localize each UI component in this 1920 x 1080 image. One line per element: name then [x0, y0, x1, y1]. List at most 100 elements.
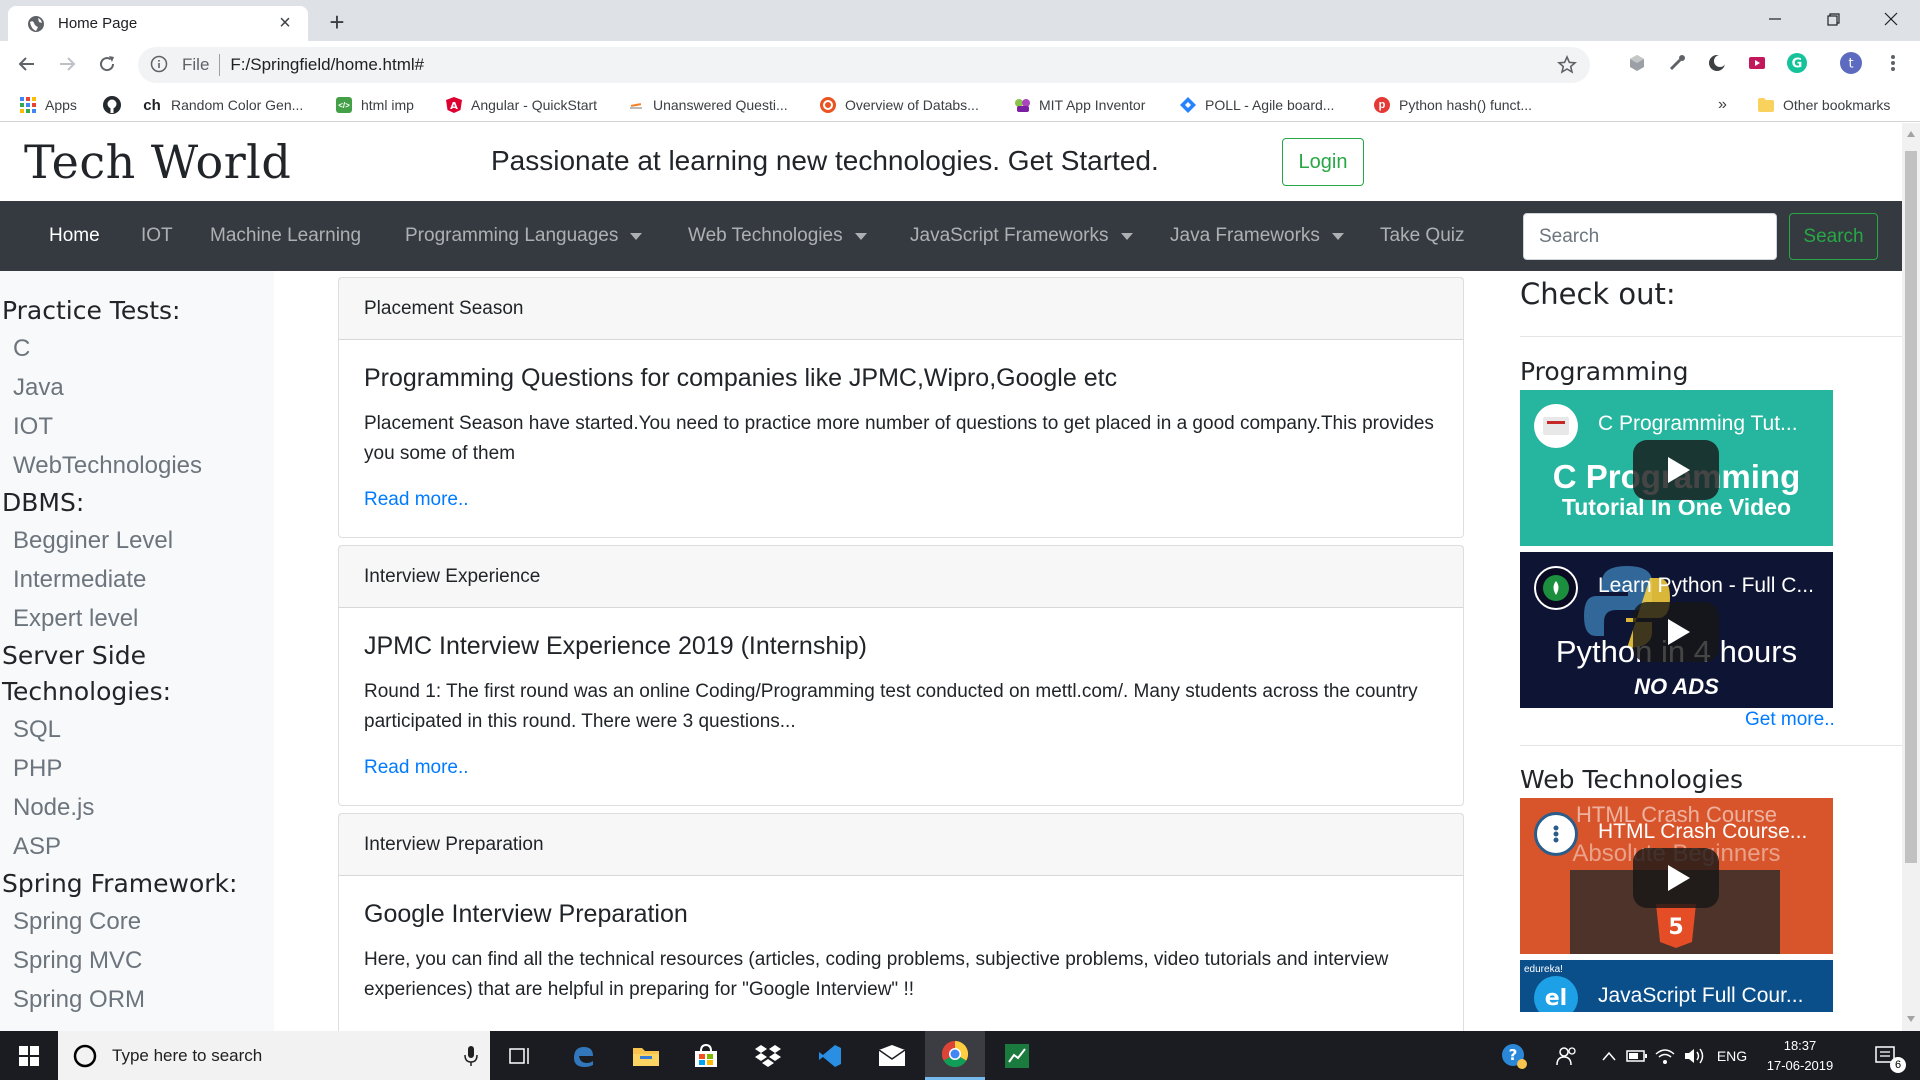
card-title: Google Interview Preparation — [364, 900, 688, 928]
nav-java-frameworks[interactable]: Java Frameworks — [1170, 201, 1344, 271]
sidebar-link-beginner[interactable]: Begginer Level — [0, 521, 274, 560]
bookmark-unanswered[interactable]: Unanswered Questi... — [628, 94, 788, 116]
sidebar-link-spring-orm[interactable]: Spring ORM — [0, 980, 274, 1019]
vscode-icon[interactable] — [800, 1031, 860, 1080]
minimize-icon[interactable] — [1746, 0, 1804, 38]
grammarly-icon[interactable]: G — [1784, 50, 1810, 76]
close-tab-icon[interactable]: × — [274, 12, 296, 35]
forward-arrow-icon[interactable] — [52, 49, 82, 79]
read-more-link[interactable]: Read more.. — [364, 757, 1438, 779]
search-input[interactable] — [1523, 213, 1777, 260]
dark-mode-icon[interactable] — [1704, 50, 1730, 76]
chart-app-icon[interactable] — [987, 1031, 1047, 1080]
profile-avatar-icon[interactable]: t — [1838, 50, 1864, 76]
bookmark-angular[interactable]: A Angular - QuickStart — [446, 94, 597, 116]
dropbox-icon[interactable] — [738, 1031, 798, 1080]
caret-down-icon — [1120, 232, 1133, 240]
microsoft-store-icon[interactable] — [676, 1031, 736, 1080]
system-clock[interactable]: 18:37 17-06-2019 — [1760, 1036, 1840, 1076]
bookmark-html-imp[interactable]: </> html imp — [336, 94, 414, 116]
read-more-link[interactable]: Read more.. — [364, 489, 1438, 511]
browser-tab[interactable]: Home Page × — [8, 6, 308, 41]
play-icon[interactable] — [1633, 602, 1719, 662]
volume-icon[interactable] — [1680, 1031, 1708, 1080]
sidebar-link-c[interactable]: C — [0, 329, 274, 368]
file-explorer-icon[interactable] — [616, 1031, 676, 1080]
video-thumbnail-html[interactable]: HTML Crash Course Absolute Beginners HTM… — [1520, 798, 1833, 954]
edge-browser-icon[interactable] — [553, 1031, 613, 1080]
video-thumbnail-python[interactable]: Learn Python - Full C... Python in 4 hou… — [1520, 552, 1833, 708]
scroll-down-icon[interactable] — [1907, 1016, 1915, 1022]
nav-programming-languages[interactable]: Programming Languages — [405, 201, 643, 271]
info-icon[interactable] — [150, 55, 170, 75]
eyedropper-icon[interactable] — [1664, 50, 1690, 76]
nav-home[interactable]: Home — [49, 201, 100, 271]
nav-javascript-frameworks[interactable]: JavaScript Frameworks — [910, 201, 1133, 271]
extension-cube-icon[interactable] — [1624, 50, 1650, 76]
play-icon[interactable] — [1633, 848, 1719, 908]
sidebar-link-expert[interactable]: Expert level — [0, 599, 274, 638]
sidebar-link-sql[interactable]: SQL — [0, 710, 274, 749]
brand-logo-text[interactable]: Tech World — [24, 135, 291, 189]
sidebar-link-spring-mvc[interactable]: Spring MVC — [0, 941, 274, 980]
video-thumbnail-c-programming[interactable]: C Programming Tut... C Programming Tutor… — [1520, 390, 1833, 546]
page-scrollbar[interactable] — [1902, 123, 1920, 1031]
nav-iot[interactable]: IOT — [141, 201, 173, 271]
address-bar[interactable]: File F:/Springfield/home.html# — [138, 47, 1590, 83]
thumbnail-caption: NO ADS — [1634, 674, 1719, 699]
sidebar-link-php[interactable]: PHP — [0, 749, 274, 788]
sidebar-link-spring-core[interactable]: Spring Core — [0, 902, 274, 941]
scroll-up-icon[interactable] — [1907, 131, 1915, 137]
language-indicator[interactable]: ENG — [1712, 1031, 1752, 1080]
other-bookmarks[interactable]: Other bookmarks — [1758, 94, 1890, 116]
search-button[interactable]: Search — [1789, 213, 1878, 260]
nav-take-quiz[interactable]: Take Quiz — [1380, 201, 1464, 271]
nav-machine-learning[interactable]: Machine Learning — [210, 201, 361, 271]
taskbar-search-box[interactable]: Type here to search — [58, 1031, 490, 1080]
people-icon[interactable] — [1550, 1031, 1584, 1080]
reload-icon[interactable] — [92, 49, 122, 79]
play-icon[interactable] — [1633, 440, 1719, 500]
bookmark-apps[interactable]: Apps — [20, 94, 77, 116]
new-tab-icon[interactable]: + — [322, 8, 352, 38]
chrome-taskbar-icon[interactable] — [925, 1031, 985, 1080]
bookmark-star-icon[interactable] — [1552, 50, 1582, 80]
bookmark-poll-agile[interactable]: POLL - Agile board... — [1180, 94, 1334, 116]
maximize-icon[interactable] — [1804, 0, 1862, 38]
nav-web-technologies[interactable]: Web Technologies — [688, 201, 867, 271]
get-more-link[interactable]: Get more.. — [1745, 709, 1835, 731]
scroll-thumb[interactable] — [1905, 151, 1917, 863]
url-text[interactable]: F:/Springfield/home.html# — [230, 55, 1552, 75]
sidebar-link-webtechnologies[interactable]: WebTechnologies — [0, 446, 274, 485]
bookmarks-overflow-icon[interactable]: » — [1718, 94, 1727, 116]
sidebar-link-iot[interactable]: IOT — [0, 407, 274, 446]
mail-icon[interactable] — [862, 1031, 922, 1080]
sidebar-link-java[interactable]: Java — [0, 368, 274, 407]
chrome-menu-icon[interactable] — [1880, 50, 1906, 76]
task-view-icon[interactable] — [490, 1031, 550, 1080]
media-extension-icon[interactable] — [1744, 50, 1770, 76]
bookmark-random-color[interactable]: ch Random Color Gen... — [142, 94, 303, 116]
battery-icon[interactable] — [1624, 1031, 1650, 1080]
close-window-icon[interactable] — [1862, 0, 1920, 38]
divider — [1520, 745, 1902, 746]
sidebar-link-nodejs[interactable]: Node.js — [0, 788, 274, 827]
help-icon[interactable]: ? — [1496, 1031, 1532, 1080]
windows-start-icon[interactable] — [0, 1031, 58, 1080]
bookmark-github[interactable] — [102, 94, 131, 116]
left-sidebar: Practice Tests: C Java IOT WebTechnologi… — [0, 271, 274, 1031]
notifications-icon[interactable]: 6 — [1862, 1031, 1912, 1080]
bookmark-overview-db[interactable]: Overview of Databs... — [820, 94, 979, 116]
card-body: JPMC Interview Experience 2019 (Internsh… — [339, 608, 1463, 805]
video-thumbnail-javascript[interactable]: edureka! el JavaScript Full Cour... — [1520, 960, 1833, 1012]
sidebar-link-intermediate[interactable]: Intermediate — [0, 560, 274, 599]
microphone-icon[interactable] — [464, 1045, 478, 1067]
bookmark-python-hash[interactable]: p Python hash() funct... — [1374, 94, 1532, 116]
wifi-icon[interactable] — [1652, 1031, 1678, 1080]
back-arrow-icon[interactable] — [12, 49, 42, 79]
notification-count-badge: 6 — [1890, 1057, 1906, 1073]
sidebar-link-asp[interactable]: ASP — [0, 827, 274, 866]
chevron-up-icon[interactable] — [1596, 1031, 1622, 1080]
login-button[interactable]: Login — [1282, 138, 1364, 186]
bookmark-mit-app-inventor[interactable]: MIT App Inventor — [1014, 94, 1145, 116]
